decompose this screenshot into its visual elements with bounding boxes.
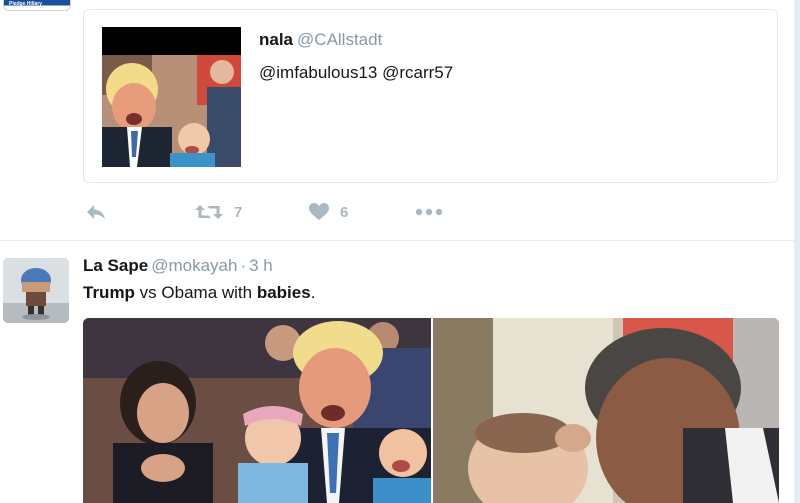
avatar[interactable]	[3, 258, 69, 323]
tweet-text-bold-1: Trump	[83, 283, 135, 302]
like-count: 6	[340, 203, 349, 221]
quoted-tweet-image[interactable]	[102, 27, 241, 167]
page-scroll-rail	[794, 0, 800, 503]
reply-button[interactable]	[85, 201, 107, 223]
tweet-author-name[interactable]: La Sape	[83, 256, 148, 275]
tweet-header: La Sape @mokayah · 3 h	[83, 256, 273, 276]
retweet-count: 7	[234, 203, 243, 221]
retweet-button[interactable]: 7	[195, 201, 242, 223]
tweet-photo-right[interactable]	[433, 318, 779, 503]
quoted-author-handle[interactable]: @CAllstadt	[297, 30, 382, 49]
tweet-text-bold-2: babies	[256, 283, 311, 302]
tweet-author-handle[interactable]: @mokayah	[151, 256, 237, 275]
more-button[interactable]	[415, 201, 443, 223]
quoted-tweet-card[interactable]: nala @CAllstadt @imfabulous13 @rcarr57	[83, 9, 778, 183]
tweet-photo-left[interactable]	[83, 318, 431, 503]
crowd-baby-photo	[83, 318, 431, 503]
tweet-divider	[0, 240, 794, 241]
tweet-text-mid: vs Obama with	[134, 283, 257, 302]
tweet-text-end: .	[310, 283, 316, 302]
crowd-photo-thumbnail	[102, 27, 241, 167]
header-separator: ·	[240, 256, 247, 275]
quoted-tweet-text: @imfabulous13 @rcarr57	[259, 63, 454, 82]
retweet-icon	[195, 205, 223, 219]
tweet-timestamp[interactable]: 3 h	[249, 256, 273, 275]
more-dots-icon	[415, 208, 443, 216]
figurine-avatar-image	[3, 258, 69, 323]
quoted-tweet-author[interactable]: nala @CAllstadt	[259, 30, 382, 50]
reply-icon	[87, 205, 105, 220]
quoted-author-name[interactable]: nala	[259, 30, 293, 49]
tweet-text: Trump vs Obama with babies.	[83, 283, 315, 303]
like-button[interactable]: 6	[309, 201, 348, 223]
avatar-caption: Pledge Hillary	[9, 1, 43, 7]
previous-tweet-avatar[interactable]: Pledge Hillary	[3, 0, 71, 11]
heart-icon	[309, 203, 329, 220]
obama-baby-photo	[433, 318, 779, 503]
